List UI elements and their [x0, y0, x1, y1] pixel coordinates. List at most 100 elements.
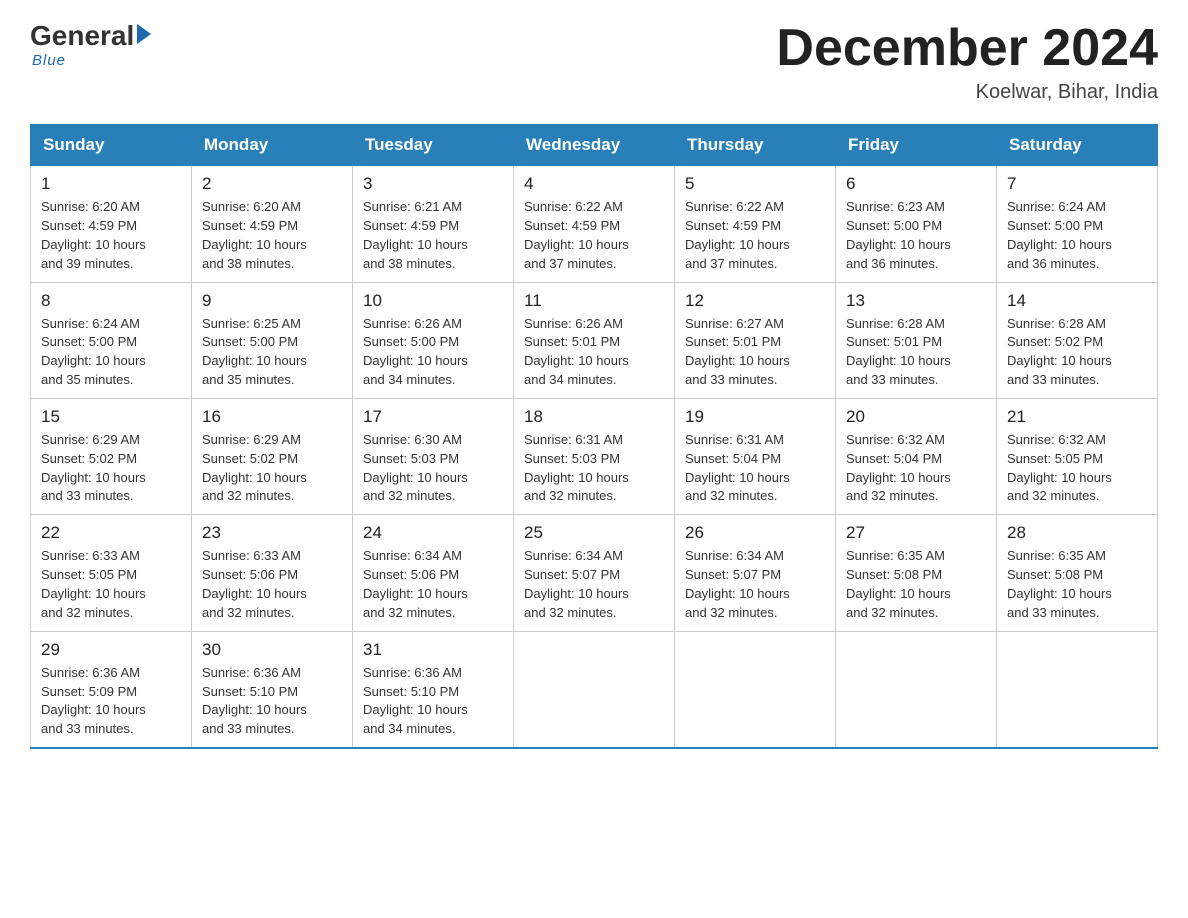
day-number: 22 — [41, 523, 181, 543]
calendar-header-saturday: Saturday — [997, 125, 1158, 166]
day-number: 11 — [524, 291, 664, 311]
day-number: 10 — [363, 291, 503, 311]
day-number: 8 — [41, 291, 181, 311]
calendar-cell: 15 Sunrise: 6:29 AMSunset: 5:02 PMDayligh… — [31, 398, 192, 514]
calendar-cell: 30 Sunrise: 6:36 AMSunset: 5:10 PMDayligh… — [192, 631, 353, 748]
calendar-cell: 7Sunrise: 6:24 AMSunset: 5:00 PMDaylight… — [997, 166, 1158, 282]
day-number: 21 — [1007, 407, 1147, 427]
calendar-week-2: 8 Sunrise: 6:24 AMSunset: 5:00 PMDaylight… — [31, 282, 1158, 398]
calendar-cell: 4 Sunrise: 6:22 AMSunset: 4:59 PMDaylight… — [514, 166, 675, 282]
location-text: Koelwar, Bihar, India — [776, 81, 1158, 104]
day-number: 29 — [41, 640, 181, 660]
day-info: Sunrise: 6:22 AMSunset: 4:59 PMDaylight:… — [685, 198, 825, 273]
day-number: 1 — [41, 174, 181, 194]
calendar-cell: 9 Sunrise: 6:25 AMSunset: 5:00 PMDaylight… — [192, 282, 353, 398]
calendar-cell: 6Sunrise: 6:23 AMSunset: 5:00 PMDaylight… — [836, 166, 997, 282]
day-info: Sunrise: 6:20 AMSunset: 4:59 PMDaylight:… — [41, 198, 181, 273]
calendar-cell: 2 Sunrise: 6:20 AMSunset: 4:59 PMDaylight… — [192, 166, 353, 282]
day-number: 13 — [846, 291, 986, 311]
day-number: 9 — [202, 291, 342, 311]
day-number: 17 — [363, 407, 503, 427]
calendar-header-monday: Monday — [192, 125, 353, 166]
calendar-header-tuesday: Tuesday — [353, 125, 514, 166]
day-info: Sunrise: 6:36 AMSunset: 5:10 PMDaylight:… — [202, 664, 342, 739]
calendar-cell: 14 Sunrise: 6:28 AMSunset: 5:02 PMDayligh… — [997, 282, 1158, 398]
day-info: Sunrise: 6:34 AMSunset: 5:07 PMDaylight:… — [524, 547, 664, 622]
day-number: 14 — [1007, 291, 1147, 311]
day-info: Sunrise: 6:29 AMSunset: 5:02 PMDaylight:… — [41, 431, 181, 506]
logo-triangle-icon — [137, 24, 151, 44]
day-info: Sunrise: 6:22 AMSunset: 4:59 PMDaylight:… — [524, 198, 664, 273]
day-info: Sunrise: 6:24 AMSunset: 5:00 PMDaylight:… — [41, 315, 181, 390]
day-number: 19 — [685, 407, 825, 427]
day-number: 4 — [524, 174, 664, 194]
calendar-cell: 31 Sunrise: 6:36 AMSunset: 5:10 PMDayligh… — [353, 631, 514, 748]
title-area: December 2024 Koelwar, Bihar, India — [776, 20, 1158, 104]
day-info: Sunrise: 6:28 AMSunset: 5:01 PMDaylight:… — [846, 315, 986, 390]
calendar-cell: 16 Sunrise: 6:29 AMSunset: 5:02 PMDayligh… — [192, 398, 353, 514]
calendar-cell: 22 Sunrise: 6:33 AMSunset: 5:05 PMDayligh… — [31, 515, 192, 631]
day-info: Sunrise: 6:36 AMSunset: 5:09 PMDaylight:… — [41, 664, 181, 739]
calendar-week-5: 29 Sunrise: 6:36 AMSunset: 5:09 PMDayligh… — [31, 631, 1158, 748]
day-info: Sunrise: 6:28 AMSunset: 5:02 PMDaylight:… — [1007, 315, 1147, 390]
day-info: Sunrise: 6:32 AMSunset: 5:04 PMDaylight:… — [846, 431, 986, 506]
calendar-cell: 20Sunrise: 6:32 AMSunset: 5:04 PMDayligh… — [836, 398, 997, 514]
calendar-cell: 25 Sunrise: 6:34 AMSunset: 5:07 PMDayligh… — [514, 515, 675, 631]
day-info: Sunrise: 6:36 AMSunset: 5:10 PMDaylight:… — [363, 664, 503, 739]
calendar-cell — [675, 631, 836, 748]
day-number: 27 — [846, 523, 986, 543]
calendar-cell: 3Sunrise: 6:21 AMSunset: 4:59 PMDaylight… — [353, 166, 514, 282]
day-info: Sunrise: 6:20 AMSunset: 4:59 PMDaylight:… — [202, 198, 342, 273]
day-info: Sunrise: 6:26 AMSunset: 5:01 PMDaylight:… — [524, 315, 664, 390]
day-number: 31 — [363, 640, 503, 660]
calendar-week-3: 15 Sunrise: 6:29 AMSunset: 5:02 PMDayligh… — [31, 398, 1158, 514]
calendar-cell: 26 Sunrise: 6:34 AMSunset: 5:07 PMDayligh… — [675, 515, 836, 631]
day-number: 7 — [1007, 174, 1147, 194]
calendar-header-friday: Friday — [836, 125, 997, 166]
day-info: Sunrise: 6:35 AMSunset: 5:08 PMDaylight:… — [846, 547, 986, 622]
calendar-cell: 10 Sunrise: 6:26 AMSunset: 5:00 PMDayligh… — [353, 282, 514, 398]
day-number: 2 — [202, 174, 342, 194]
calendar-cell: 8 Sunrise: 6:24 AMSunset: 5:00 PMDaylight… — [31, 282, 192, 398]
day-info: Sunrise: 6:33 AMSunset: 5:06 PMDaylight:… — [202, 547, 342, 622]
day-number: 25 — [524, 523, 664, 543]
day-info: Sunrise: 6:23 AMSunset: 5:00 PMDaylight:… — [846, 198, 986, 273]
calendar-cell: 17 Sunrise: 6:30 AMSunset: 5:03 PMDayligh… — [353, 398, 514, 514]
day-info: Sunrise: 6:29 AMSunset: 5:02 PMDaylight:… — [202, 431, 342, 506]
day-info: Sunrise: 6:25 AMSunset: 5:00 PMDaylight:… — [202, 315, 342, 390]
day-number: 28 — [1007, 523, 1147, 543]
day-info: Sunrise: 6:30 AMSunset: 5:03 PMDaylight:… — [363, 431, 503, 506]
day-number: 16 — [202, 407, 342, 427]
day-number: 23 — [202, 523, 342, 543]
calendar-cell: 28 Sunrise: 6:35 AMSunset: 5:08 PMDayligh… — [997, 515, 1158, 631]
day-info: Sunrise: 6:35 AMSunset: 5:08 PMDaylight:… — [1007, 547, 1147, 622]
calendar-header-thursday: Thursday — [675, 125, 836, 166]
calendar-cell: 27 Sunrise: 6:35 AMSunset: 5:08 PMDayligh… — [836, 515, 997, 631]
calendar-cell: 12 Sunrise: 6:27 AMSunset: 5:01 PMDayligh… — [675, 282, 836, 398]
day-number: 26 — [685, 523, 825, 543]
calendar-cell: 18Sunrise: 6:31 AMSunset: 5:03 PMDayligh… — [514, 398, 675, 514]
day-info: Sunrise: 6:33 AMSunset: 5:05 PMDaylight:… — [41, 547, 181, 622]
calendar-cell: 13 Sunrise: 6:28 AMSunset: 5:01 PMDayligh… — [836, 282, 997, 398]
day-number: 30 — [202, 640, 342, 660]
logo-general-text: General — [30, 20, 134, 52]
calendar-cell: 24 Sunrise: 6:34 AMSunset: 5:06 PMDayligh… — [353, 515, 514, 631]
calendar-table: SundayMondayTuesdayWednesdayThursdayFrid… — [30, 124, 1158, 749]
calendar-header-wednesday: Wednesday — [514, 125, 675, 166]
day-number: 24 — [363, 523, 503, 543]
day-number: 12 — [685, 291, 825, 311]
day-info: Sunrise: 6:34 AMSunset: 5:06 PMDaylight:… — [363, 547, 503, 622]
page-header: General Blue December 2024 Koelwar, Biha… — [30, 20, 1158, 104]
day-number: 5 — [685, 174, 825, 194]
day-info: Sunrise: 6:32 AMSunset: 5:05 PMDaylight:… — [1007, 431, 1147, 506]
calendar-header-row: SundayMondayTuesdayWednesdayThursdayFrid… — [31, 125, 1158, 166]
day-number: 15 — [41, 407, 181, 427]
calendar-cell: 11 Sunrise: 6:26 AMSunset: 5:01 PMDayligh… — [514, 282, 675, 398]
day-info: Sunrise: 6:26 AMSunset: 5:00 PMDaylight:… — [363, 315, 503, 390]
day-info: Sunrise: 6:27 AMSunset: 5:01 PMDaylight:… — [685, 315, 825, 390]
logo-blue-text: Blue — [32, 52, 66, 69]
day-info: Sunrise: 6:34 AMSunset: 5:07 PMDaylight:… — [685, 547, 825, 622]
calendar-cell: 23 Sunrise: 6:33 AMSunset: 5:06 PMDayligh… — [192, 515, 353, 631]
day-info: Sunrise: 6:31 AMSunset: 5:04 PMDaylight:… — [685, 431, 825, 506]
calendar-header-sunday: Sunday — [31, 125, 192, 166]
